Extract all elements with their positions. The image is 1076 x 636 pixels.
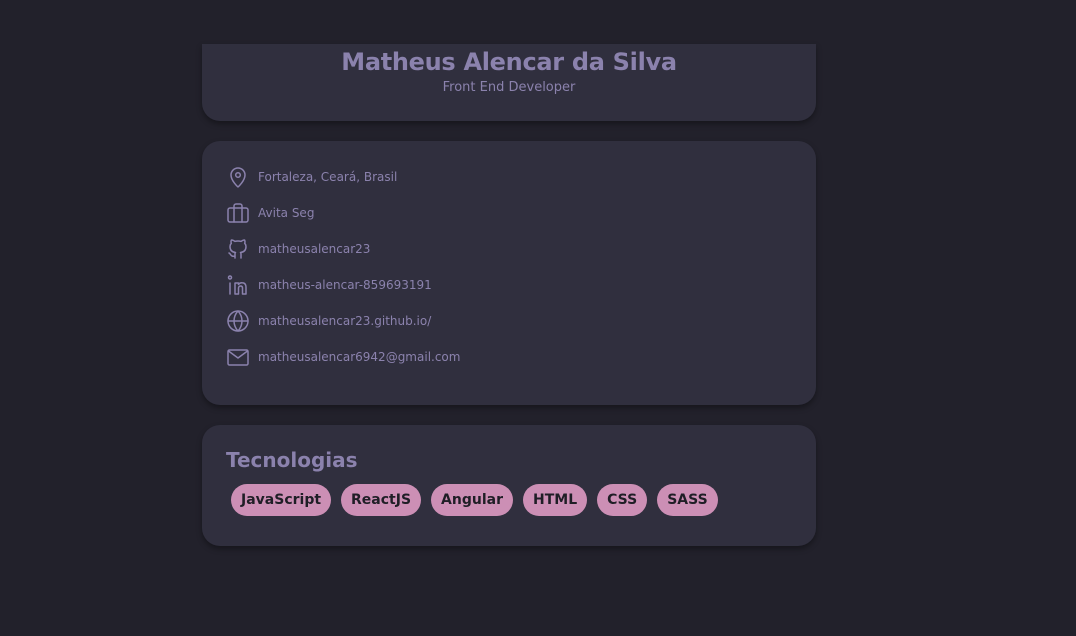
globe-icon xyxy=(226,309,250,333)
info-github[interactable]: matheusalencar23 xyxy=(226,237,370,261)
page: Matheus Alencar da Silva Front End Devel… xyxy=(0,0,1076,636)
profile-card: Matheus Alencar da Silva Front End Devel… xyxy=(202,44,816,121)
linkedin-icon xyxy=(226,273,250,297)
info-email[interactable]: matheusalencar6942@gmail.com xyxy=(226,345,460,369)
tag-reactjs: ReactJS xyxy=(341,484,422,516)
technologies-card: Tecnologias JavaScript ReactJS Angular H… xyxy=(202,425,816,546)
briefcase-icon xyxy=(226,201,250,225)
info-linkedin[interactable]: matheus-alencar-859693191 xyxy=(226,273,432,297)
technologies-title: Tecnologias xyxy=(226,448,358,472)
website-link[interactable]: matheusalencar23.github.io/ xyxy=(258,314,431,328)
github-link[interactable]: matheusalencar23 xyxy=(258,242,370,256)
profile-name: Matheus Alencar da Silva xyxy=(341,48,677,76)
company-text: Avita Seg xyxy=(258,206,315,220)
github-icon xyxy=(226,237,250,261)
tag-sass: SASS xyxy=(657,484,718,516)
email-link[interactable]: matheusalencar6942@gmail.com xyxy=(258,350,460,364)
map-pin-icon xyxy=(226,165,250,189)
location-text: Fortaleza, Ceará, Brasil xyxy=(258,170,398,184)
profile-role: Front End Developer xyxy=(442,80,576,95)
linkedin-link[interactable]: matheus-alencar-859693191 xyxy=(258,278,432,292)
info-location: Fortaleza, Ceará, Brasil xyxy=(226,165,397,189)
tag-css: CSS xyxy=(597,484,648,516)
info-website[interactable]: matheusalencar23.github.io/ xyxy=(226,309,431,333)
tag-javascript: JavaScript xyxy=(231,484,332,516)
tag-angular: Angular xyxy=(431,484,513,516)
mail-icon xyxy=(226,345,250,369)
technology-tags: JavaScript ReactJS Angular HTML CSS SASS xyxy=(231,484,718,516)
tag-html: HTML xyxy=(523,484,588,516)
info-card: Fortaleza, Ceará, Brasil Avita Seg mathe… xyxy=(202,141,816,405)
info-company: Avita Seg xyxy=(226,201,314,225)
